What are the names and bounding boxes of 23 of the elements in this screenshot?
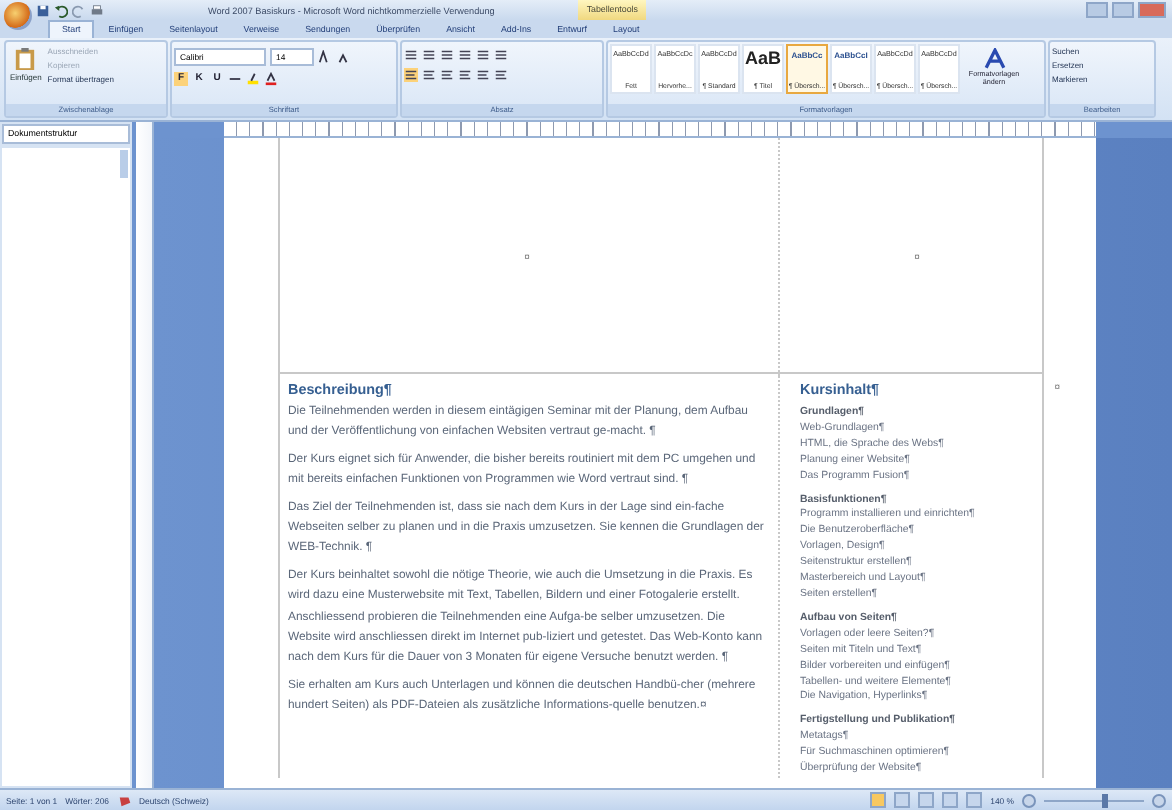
align-icon[interactable] <box>422 68 436 82</box>
align-icon[interactable] <box>494 68 508 82</box>
clipboard-icon <box>14 46 37 72</box>
list-icon[interactable] <box>404 48 418 62</box>
list-icon[interactable] <box>494 48 508 62</box>
align-icon[interactable] <box>404 68 418 82</box>
undo-icon[interactable] <box>54 3 68 17</box>
list-icon[interactable] <box>440 48 454 62</box>
scrollbar[interactable] <box>120 150 128 178</box>
styles-icon <box>983 48 1005 70</box>
save-icon[interactable] <box>36 3 50 17</box>
zoom-slider-thumb[interactable] <box>1101 793 1107 807</box>
highlight-icon[interactable] <box>246 72 260 86</box>
align-icon[interactable] <box>458 68 472 82</box>
list-icon[interactable] <box>476 48 490 62</box>
list-icon[interactable] <box>458 48 472 62</box>
print-icon[interactable] <box>90 3 104 17</box>
office-button[interactable] <box>4 2 32 30</box>
strikethrough-icon[interactable] <box>228 72 242 86</box>
align-icon[interactable] <box>440 68 454 82</box>
align-icon[interactable] <box>476 68 490 82</box>
font-color-icon[interactable] <box>264 72 278 86</box>
list-icon[interactable] <box>422 48 436 62</box>
